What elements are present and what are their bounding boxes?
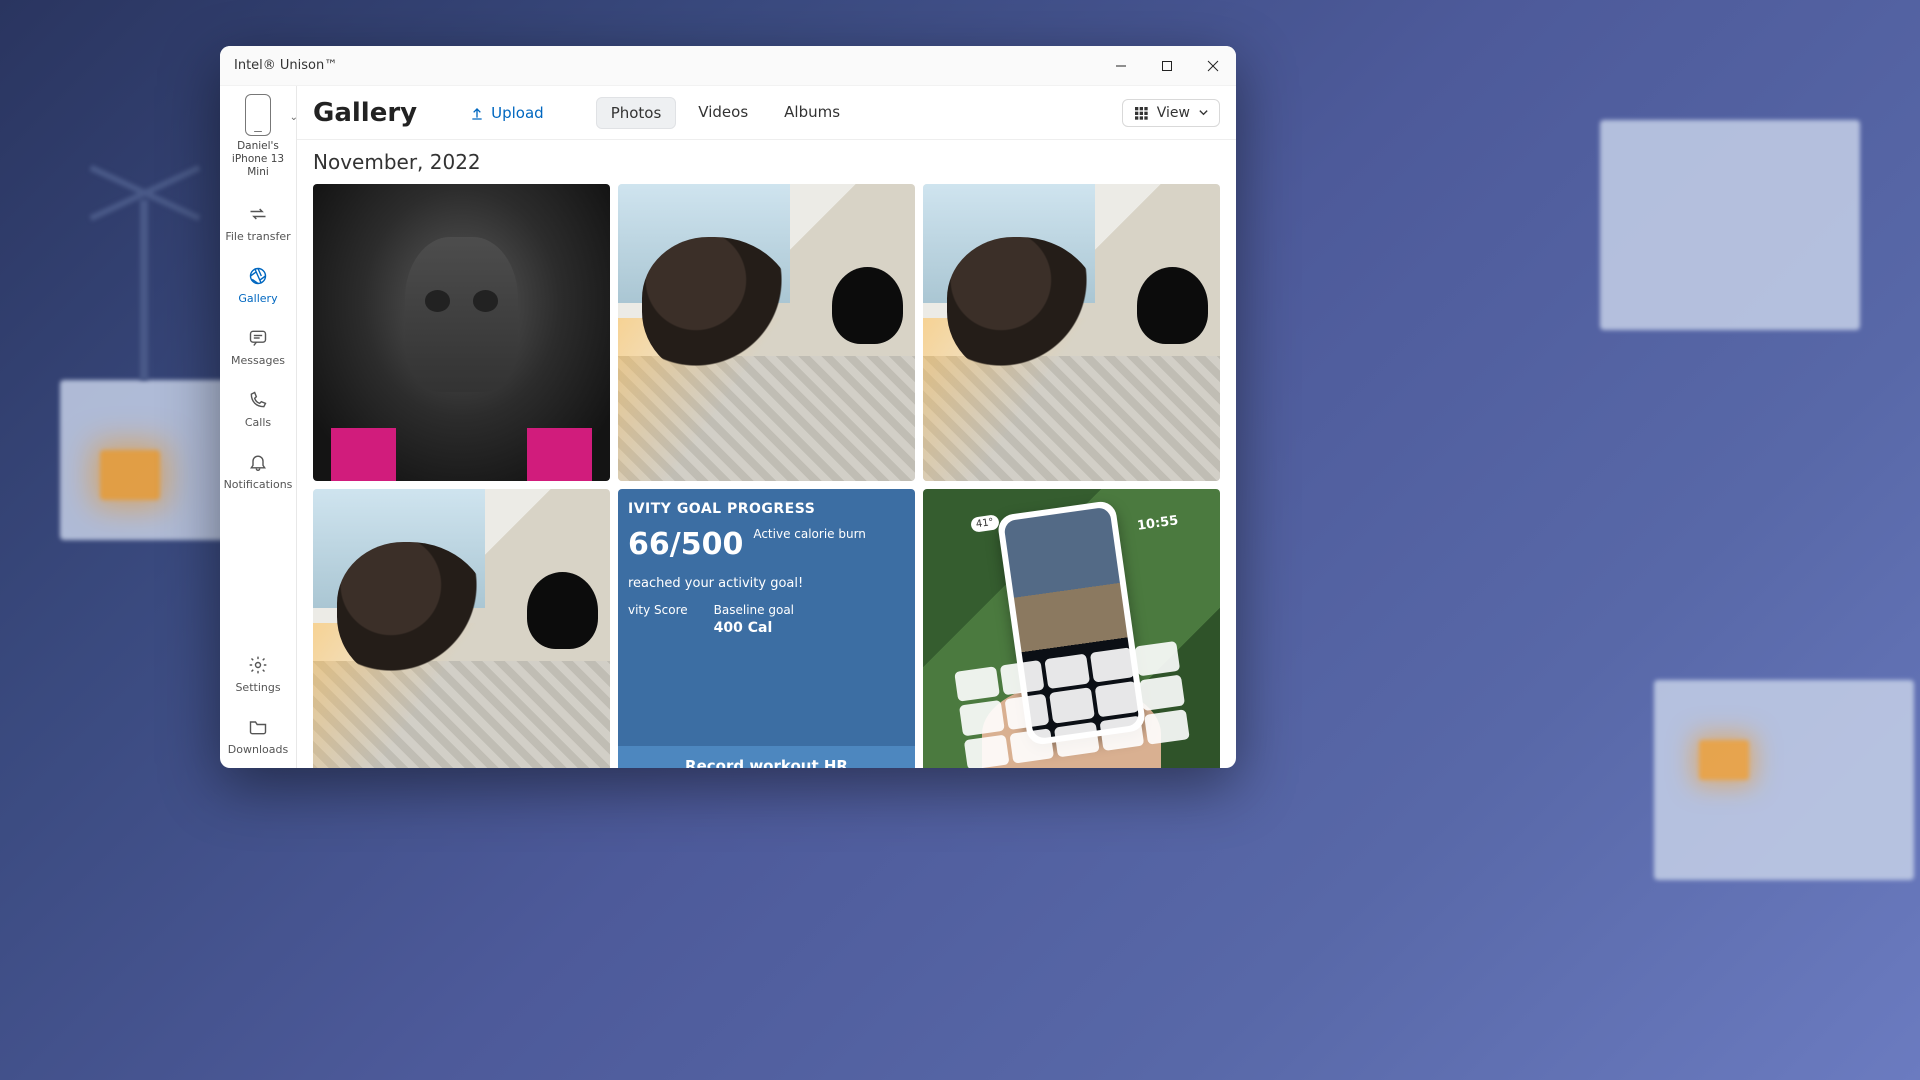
sidebar-item-label: Notifications	[224, 478, 293, 491]
upload-label: Upload	[491, 104, 544, 122]
minimize-button[interactable]	[1098, 46, 1144, 85]
fit-progress: 66/500	[628, 527, 743, 562]
month-header: November, 2022	[313, 150, 1220, 174]
phone-call-icon	[247, 389, 269, 411]
sidebar: ⌄ Daniel's iPhone 13 Mini File transfer …	[220, 86, 297, 768]
photo-thumbnail[interactable]: IVITY GOAL PROGRESS 66/500 Active calori…	[618, 489, 915, 768]
sidebar-item-label: Calls	[245, 416, 271, 429]
grid-icon	[1133, 105, 1149, 121]
sidebar-item-label: Messages	[231, 354, 285, 367]
view-button[interactable]: View	[1122, 99, 1220, 127]
gallery-content: November, 2022 IVITY GOAL PROGRESS 66/50…	[297, 140, 1236, 768]
fit-record-button: Record workout HR	[618, 746, 915, 768]
folder-icon	[247, 716, 269, 738]
fit-message: reached your activity goal!	[628, 576, 905, 591]
close-button[interactable]	[1190, 46, 1236, 85]
sidebar-item-label: Downloads	[228, 743, 288, 756]
tab-photos[interactable]: Photos	[596, 97, 677, 129]
titlebar: Intel® Unison™	[220, 46, 1236, 86]
chevron-down-icon	[1198, 107, 1209, 118]
device-selector[interactable]: ⌄ Daniel's iPhone 13 Mini	[220, 94, 296, 179]
sidebar-item-settings[interactable]: Settings	[220, 644, 296, 706]
page-title: Gallery	[313, 98, 417, 128]
chevron-down-icon: ⌄	[290, 112, 298, 123]
window-title: Intel® Unison™	[234, 58, 337, 73]
sidebar-item-label: Gallery	[238, 292, 277, 305]
phone-icon	[245, 94, 271, 136]
sidebar-item-downloads[interactable]: Downloads	[220, 706, 296, 768]
phone-temp: 41°	[970, 514, 1000, 533]
sidebar-item-messages[interactable]: Messages	[220, 317, 296, 379]
sidebar-item-notifications[interactable]: Notifications	[220, 441, 296, 503]
photo-thumbnail[interactable]	[313, 184, 610, 481]
sidebar-item-label: Settings	[235, 681, 280, 694]
sidebar-item-label: File transfer	[225, 230, 290, 243]
device-label: Daniel's iPhone 13 Mini	[224, 140, 292, 179]
upload-button[interactable]: Upload	[469, 104, 544, 122]
phone-clock: 10:55	[1136, 513, 1179, 534]
photo-thumbnail[interactable]: 41° 10:55	[923, 489, 1220, 768]
fit-header: IVITY GOAL PROGRESS	[628, 501, 905, 517]
gear-icon	[247, 654, 269, 676]
sidebar-item-file-transfer[interactable]: File transfer	[220, 193, 296, 255]
chat-icon	[247, 327, 269, 349]
sidebar-item-calls[interactable]: Calls	[220, 379, 296, 441]
maximize-button[interactable]	[1144, 46, 1190, 85]
transfer-icon	[247, 203, 269, 225]
aperture-icon	[247, 265, 269, 287]
bell-icon	[247, 451, 269, 473]
sidebar-item-gallery[interactable]: Gallery	[220, 255, 296, 317]
tab-albums[interactable]: Albums	[770, 97, 854, 129]
tab-videos[interactable]: Videos	[684, 97, 762, 129]
photo-thumbnail[interactable]	[923, 184, 1220, 481]
photo-thumbnail[interactable]	[313, 489, 610, 768]
toolbar: Gallery Upload Photos Videos Albums View	[297, 86, 1236, 140]
app-window: Intel® Unison™ ⌄ Daniel's iPhone 13 Mini	[220, 46, 1236, 768]
fit-progress-sub: Active calorie burn	[753, 527, 866, 541]
view-label: View	[1157, 105, 1190, 121]
photo-thumbnail[interactable]	[618, 184, 915, 481]
